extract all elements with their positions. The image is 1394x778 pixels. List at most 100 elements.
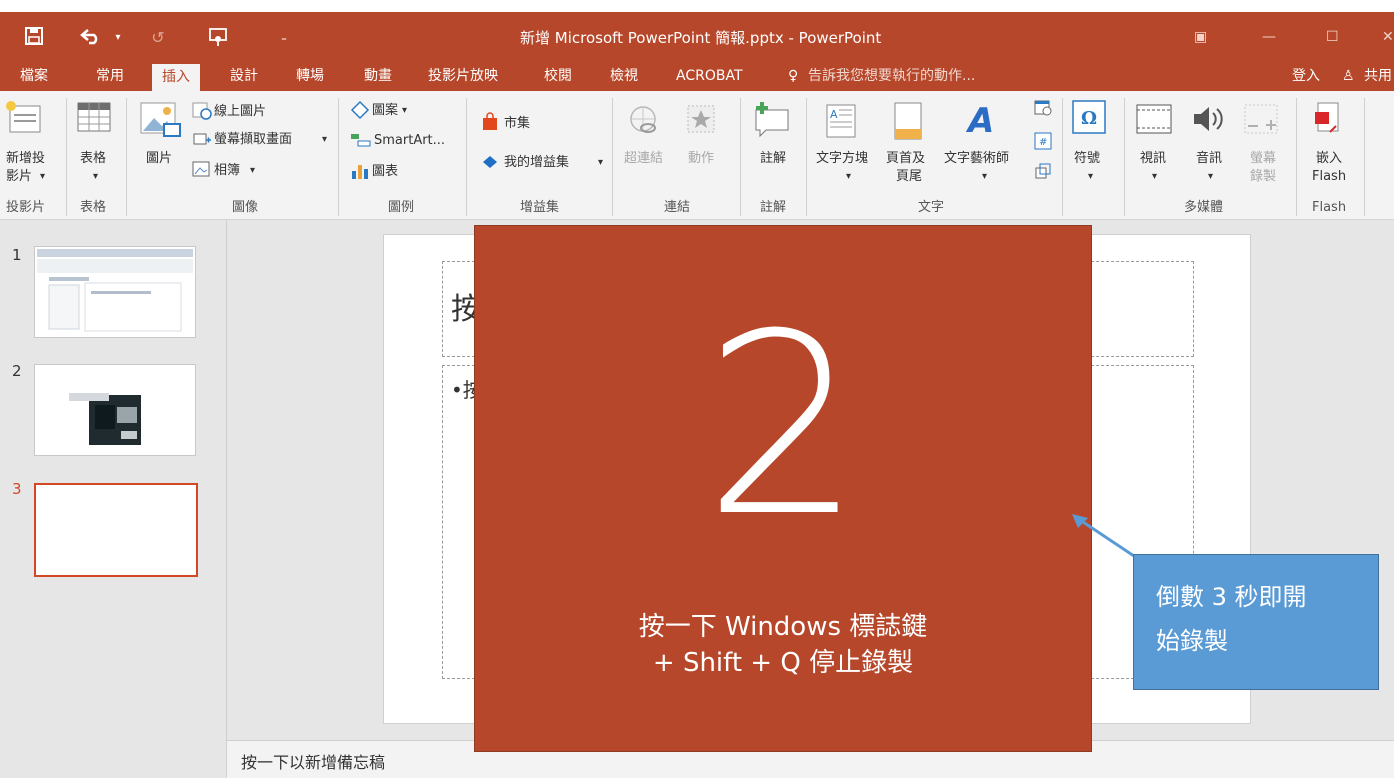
thumbnail-number: 1: [12, 246, 22, 264]
slide-number-icon[interactable]: #: [1034, 132, 1052, 154]
store-icon[interactable]: [480, 112, 500, 136]
object-icon[interactable]: [1034, 162, 1052, 184]
wordart-label[interactable]: 文字藝術師: [944, 151, 1009, 167]
photo-album-icon[interactable]: [192, 160, 212, 182]
embed-flash-label-2[interactable]: Flash: [1312, 169, 1346, 185]
comment-label[interactable]: 註解: [760, 151, 786, 167]
smartart-label[interactable]: SmartArt...: [374, 133, 445, 149]
tab-file[interactable]: 檔案: [20, 63, 48, 91]
screenshot-dropdown-icon[interactable]: ▾: [322, 132, 327, 148]
table-dropdown-icon[interactable]: ▾: [93, 169, 98, 185]
comment-icon[interactable]: [752, 100, 792, 144]
store-label[interactable]: 市集: [504, 116, 530, 132]
photo-album-label[interactable]: 相簿: [214, 163, 240, 179]
shapes-label[interactable]: 圖案: [372, 103, 398, 119]
textbox-icon[interactable]: A: [826, 104, 856, 142]
customize-qat-icon[interactable]: ₌: [278, 27, 290, 49]
shapes-icon[interactable]: [350, 100, 370, 124]
my-addins-icon[interactable]: [480, 152, 500, 176]
undo-icon[interactable]: [80, 27, 102, 49]
wordart-icon[interactable]: A: [965, 101, 998, 142]
textbox-dropdown-icon[interactable]: ▾: [846, 169, 851, 185]
screenshot-label[interactable]: 螢幕擷取畫面: [214, 132, 292, 148]
svg-text:A: A: [966, 102, 994, 138]
action-label[interactable]: 動作: [688, 151, 714, 167]
header-footer-icon[interactable]: [894, 102, 922, 144]
audio-icon[interactable]: [1192, 104, 1224, 138]
countdown-hint-line-1: 按一下 Windows 標誌鍵: [638, 612, 928, 642]
new-slide-label-2[interactable]: 影片: [6, 169, 32, 185]
annotation-callout: 倒數 3 秒即開 始錄製: [1133, 554, 1379, 690]
screen-recording-icon[interactable]: [1244, 104, 1280, 138]
thumbnail-number: 2: [12, 362, 22, 380]
table-icon[interactable]: [77, 102, 111, 136]
window-title: 新增 Microsoft PowerPoint 簡報.pptx - PowerP…: [520, 29, 882, 47]
maximize-icon[interactable]: ☐: [1326, 26, 1339, 48]
symbols-icon[interactable]: Ω: [1072, 100, 1106, 138]
undo-dropdown-icon[interactable]: ▾: [112, 27, 124, 49]
tab-insert[interactable]: 插入: [152, 64, 200, 91]
header-footer-label-2[interactable]: 頁尾: [896, 169, 922, 185]
signin-link[interactable]: 登入: [1292, 63, 1320, 91]
my-addins-dropdown-icon[interactable]: ▾: [598, 155, 603, 171]
ribbon-tabs: 檔案 常用 插入 設計 轉場 動畫 投影片放映 校閱 檢視 ACROBAT ♀ …: [0, 63, 1394, 91]
symbols-dropdown-icon[interactable]: ▾: [1088, 169, 1093, 185]
video-label[interactable]: 視訊: [1140, 151, 1166, 167]
my-addins-label[interactable]: 我的增益集: [504, 155, 569, 171]
header-footer-label-1[interactable]: 頁首及: [886, 151, 925, 167]
wordart-dropdown-icon[interactable]: ▾: [982, 169, 987, 185]
slide-thumbnail-1[interactable]: [34, 246, 196, 338]
tab-view[interactable]: 檢視: [610, 63, 638, 91]
group-separator: [338, 98, 339, 216]
group-separator: [466, 98, 467, 216]
slide-thumbnail-2[interactable]: [34, 364, 196, 456]
hyperlink-icon[interactable]: [628, 104, 662, 142]
group-separator: [740, 98, 741, 216]
tab-transitions[interactable]: 轉場: [296, 63, 324, 91]
presentation-icon[interactable]: [206, 27, 230, 49]
tab-acrobat[interactable]: ACROBAT: [676, 63, 743, 91]
minimize-icon[interactable]: —: [1262, 26, 1276, 48]
close-icon[interactable]: ✕: [1382, 26, 1394, 48]
tab-slideshow[interactable]: 投影片放映: [428, 63, 498, 91]
save-icon[interactable]: [24, 27, 44, 49]
photo-album-dropdown-icon[interactable]: ▾: [250, 163, 255, 179]
video-dropdown-icon[interactable]: ▾: [1152, 169, 1157, 185]
screen-recording-label-2[interactable]: 錄製: [1250, 169, 1276, 185]
audio-dropdown-icon[interactable]: ▾: [1208, 169, 1213, 185]
flash-icon[interactable]: [1314, 102, 1342, 140]
online-pictures-label[interactable]: 線上圖片: [214, 104, 266, 120]
video-icon[interactable]: [1136, 104, 1172, 138]
embed-flash-label-1[interactable]: 嵌入: [1316, 151, 1342, 167]
share-icon[interactable]: ♙: [1342, 63, 1355, 91]
new-slide-dropdown-icon[interactable]: ▾: [40, 169, 45, 185]
symbols-label[interactable]: 符號: [1074, 151, 1100, 167]
tab-design[interactable]: 設計: [230, 63, 258, 91]
slide-thumbnail-3-selected[interactable]: [34, 483, 198, 577]
smartart-icon[interactable]: [350, 132, 372, 152]
share-button[interactable]: 共用: [1364, 63, 1392, 91]
shapes-dropdown-icon[interactable]: ▾: [402, 103, 407, 119]
hyperlink-label[interactable]: 超連結: [624, 151, 663, 167]
pictures-icon[interactable]: [140, 102, 182, 142]
chart-label[interactable]: 圖表: [372, 164, 398, 180]
audio-label[interactable]: 音訊: [1196, 151, 1222, 167]
screen-recording-label-1[interactable]: 螢幕: [1250, 151, 1276, 167]
new-slide-label-1[interactable]: 新增投: [6, 151, 45, 167]
chart-icon[interactable]: [350, 162, 370, 184]
new-slide-icon[interactable]: [4, 100, 44, 140]
tab-home[interactable]: 常用: [96, 63, 124, 91]
tab-animations[interactable]: 動畫: [364, 63, 392, 91]
countdown-hint-line-2: + Shift + Q 停止錄製: [652, 648, 914, 678]
online-pictures-icon[interactable]: [192, 102, 212, 124]
screenshot-icon[interactable]: [192, 130, 212, 152]
action-icon[interactable]: [686, 104, 716, 138]
table-label[interactable]: 表格: [80, 151, 106, 167]
tab-review[interactable]: 校閱: [544, 63, 572, 91]
redo-icon[interactable]: ↺: [148, 27, 168, 49]
textbox-label[interactable]: 文字方塊: [816, 151, 868, 167]
tell-me-box[interactable]: 告訴我您想要執行的動作...: [808, 63, 975, 91]
pictures-label[interactable]: 圖片: [146, 151, 172, 167]
ribbon-display-options-icon[interactable]: ▣: [1194, 26, 1207, 48]
date-time-icon[interactable]: [1034, 98, 1052, 120]
